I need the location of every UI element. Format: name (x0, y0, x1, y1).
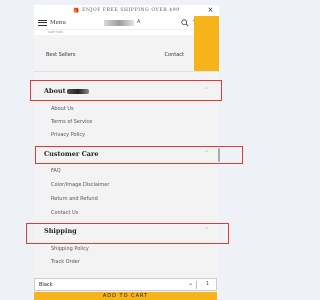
promo-text: ENJOY FREE SHIPPING OVER $99 (82, 8, 180, 13)
best-sellers-link[interactable]: Best Sellers (46, 52, 75, 58)
contact-link[interactable]: Contact (165, 52, 184, 58)
logo-mark: A (137, 19, 141, 25)
quantity-value[interactable]: 1 (206, 281, 209, 287)
footer-link[interactable]: Contact Us (51, 210, 78, 216)
footer-link[interactable]: Shipping Policy (51, 246, 89, 252)
search-icon[interactable] (181, 19, 189, 27)
chevron-down-icon: ⌄ (187, 280, 193, 287)
highlight-box-shipping (26, 223, 229, 244)
variant-select[interactable]: Black ⌄ 1 (34, 278, 217, 291)
divider (196, 281, 197, 289)
highlight-box-about (30, 80, 222, 101)
sub-strip: sale tots (34, 30, 219, 35)
footer-link[interactable]: Privacy Policy (51, 132, 85, 138)
close-icon[interactable]: × (208, 5, 214, 16)
logo-image[interactable] (104, 20, 134, 26)
highlight-box-customer-care (35, 146, 243, 164)
footer-link[interactable]: Color/Image Disclaimer (51, 182, 109, 188)
quick-links: Best Sellers Contact (34, 48, 194, 62)
promo-banner: 🎁 ENJOY FREE SHIPPING OVER $99 × (34, 5, 219, 16)
variant-value: Black (39, 281, 53, 288)
gift-icon: 🎁 (73, 7, 81, 14)
footer-link[interactable]: Terms of Service (51, 119, 92, 125)
accent-panel (194, 16, 219, 71)
footer-link[interactable]: About Us (51, 106, 74, 112)
hamburger-icon[interactable] (38, 19, 47, 26)
divider (34, 71, 219, 72)
menu-label[interactable]: Menu (50, 20, 66, 26)
footer-link[interactable]: FAQ (51, 168, 61, 174)
site-header: Menu A 0 (34, 16, 219, 30)
add-to-cart-button[interactable]: ADD TO CART (34, 292, 217, 300)
scrollbar-thumb[interactable] (218, 148, 220, 162)
footer-link[interactable]: Return and Refund (51, 196, 98, 202)
footer-link[interactable]: Track Order (51, 259, 80, 265)
